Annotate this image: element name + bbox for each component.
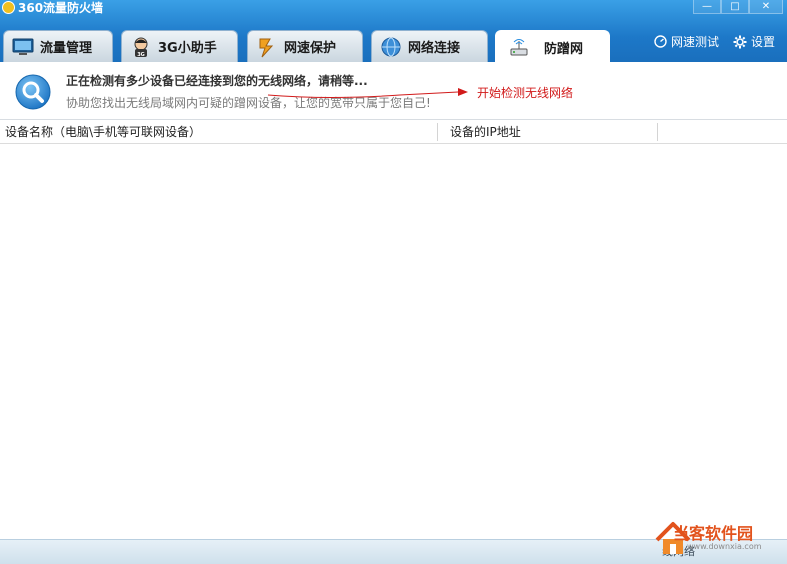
tab-traffic-management[interactable]: 流量管理 (3, 30, 113, 62)
settings-label: 设置 (750, 35, 775, 49)
column-header-ip-address[interactable]: 设备的IP地址 (450, 121, 521, 143)
tab-3g-assistant[interactable]: 3G 3G小助手 (121, 30, 238, 62)
app-logo-icon (2, 0, 15, 14)
tab-speed-protection[interactable]: 网速保护 (247, 30, 363, 62)
watermark-url: www.downxia.com (687, 542, 762, 551)
maximize-button[interactable]: □ (721, 0, 749, 14)
device-table-header: 设备名称（电脑\手机等可联网设备） 设备的IP地址 (0, 121, 787, 144)
lightning-shield-icon (256, 36, 278, 58)
tab-label: 流量管理 (40, 41, 93, 56)
app-title: 360流量防火墙 (2, 0, 103, 15)
monitor-icon (12, 36, 34, 58)
close-button[interactable]: ✕ (749, 0, 783, 14)
column-divider[interactable] (657, 123, 658, 141)
tab-anti-freeloading[interactable]: 防蹭网 (495, 30, 610, 63)
globe-icon (380, 36, 402, 58)
speed-test-label: 网速测试 (670, 35, 719, 49)
speed-test-link[interactable]: 网速测试 (654, 33, 719, 50)
settings-link[interactable]: 设置 (733, 33, 775, 50)
annotation-arrow (267, 88, 468, 98)
window-controls: — □ ✕ (693, 0, 783, 14)
app-title-text: 360流量防火墙 (18, 0, 104, 15)
tab-label: 网络连接 (408, 41, 461, 56)
column-header-device-name[interactable]: 设备名称（电脑\手机等可联网设备） (5, 121, 201, 143)
tab-label: 防蹭网 (544, 41, 584, 57)
minimize-button[interactable]: — (693, 0, 721, 14)
watermark: 当客软件园 www.downxia.com (647, 518, 787, 563)
speedometer-icon (654, 35, 667, 48)
svg-text:3G: 3G (137, 52, 145, 58)
tab-network-connection[interactable]: 网络连接 (371, 30, 488, 62)
assistant-icon: 3G (130, 36, 152, 58)
wireless-router-icon (508, 36, 530, 58)
toolbar-links: 网速测试 设置 (640, 33, 775, 50)
column-divider[interactable] (437, 123, 438, 141)
tab-label: 网速保护 (284, 41, 337, 56)
watermark-text: 当客软件园 (673, 524, 754, 543)
gear-icon (733, 35, 747, 48)
tab-label: 3G小助手 (158, 41, 217, 56)
device-list (0, 144, 787, 539)
title-bar: 360流量防火墙 — □ ✕ 流量管理 3G 3G小助手 网速保护 网络连接 防… (0, 0, 787, 63)
